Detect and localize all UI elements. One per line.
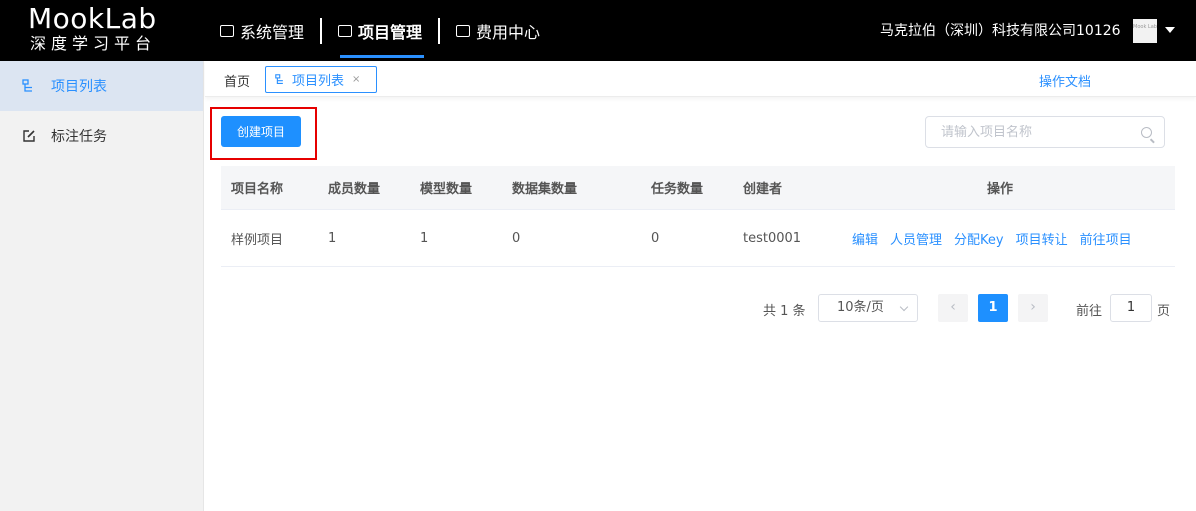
nav-item-projects[interactable]: 项目管理 xyxy=(328,0,432,61)
column-header: 成员数量 xyxy=(328,182,381,197)
tab-label: 项目列表 xyxy=(292,74,345,89)
tab-project-list[interactable]: 项目列表 × xyxy=(265,66,377,93)
page-number-current[interactable]: 1 xyxy=(978,294,1008,322)
nav-item-system[interactable]: 系统管理 xyxy=(210,0,314,61)
prev-page-button[interactable]: ‹ xyxy=(938,294,968,322)
project-table: 项目名称 成员数量 模型数量 数据集数量 任务数量 创建者 操作 样例项目 1 … xyxy=(221,166,1175,267)
main-nav: 系统管理 项目管理 费用中心 xyxy=(210,0,550,61)
nav-item-label: 项目管理 xyxy=(358,22,423,42)
tabs-bar: 首页 项目列表 × 操作文档 xyxy=(205,61,1196,97)
column-header: 创建者 xyxy=(743,182,783,197)
column-header: 模型数量 xyxy=(420,182,473,197)
member-management-link[interactable]: 人员管理 xyxy=(890,229,942,248)
cell-datasets: 0 xyxy=(512,230,521,246)
column-header: 任务数量 xyxy=(651,182,704,197)
avatar[interactable]: Mook Lab xyxy=(1133,19,1157,43)
cell-creator: test0001 xyxy=(743,230,802,246)
page-suffix: 页 xyxy=(1157,304,1171,319)
total-count: 共 1 条 xyxy=(763,304,806,319)
sidebar-item-label: 项目列表 xyxy=(51,79,107,95)
transfer-project-link[interactable]: 项目转让 xyxy=(1016,229,1068,248)
go-to-project-link[interactable]: 前往项目 xyxy=(1080,229,1132,248)
sidebar-item-annotation-tasks[interactable]: 标注任务 xyxy=(0,111,203,161)
column-header: 数据集数量 xyxy=(512,182,578,197)
column-header: 项目名称 xyxy=(231,182,284,197)
project-list-icon xyxy=(275,74,283,84)
sidebar-item-label: 标注任务 xyxy=(51,129,107,145)
brand-subtitle: 深度学习平台 xyxy=(30,34,157,53)
nav-divider xyxy=(438,17,441,44)
column-header: 操作 xyxy=(987,182,1014,197)
search-input[interactable] xyxy=(941,124,1131,140)
sidebar: 项目列表 标注任务 xyxy=(0,61,204,511)
wallet-icon xyxy=(456,24,471,37)
docs-link[interactable]: 操作文档 xyxy=(1039,71,1091,90)
tab-home[interactable]: 首页 xyxy=(224,71,250,90)
active-nav-indicator xyxy=(340,55,425,58)
company-name: 马克拉伯（深圳）科技有限公司10126 xyxy=(880,23,1121,39)
table-row: 样例项目 1 1 0 0 test0001 编辑 人员管理 分配Key 项目转让… xyxy=(221,210,1175,267)
edit-icon xyxy=(23,130,35,142)
briefcase-icon xyxy=(338,24,353,37)
next-page-button[interactable]: › xyxy=(1018,294,1048,322)
table-header: 项目名称 成员数量 模型数量 数据集数量 任务数量 创建者 操作 xyxy=(221,166,1175,210)
assign-key-link[interactable]: 分配Key xyxy=(954,229,1004,248)
nav-divider xyxy=(320,17,323,44)
brand-logo[interactable]: MookLab 深度学习平台 xyxy=(28,4,178,58)
edit-link[interactable]: 编辑 xyxy=(852,229,878,248)
sidebar-item-project-list[interactable]: 项目列表 xyxy=(0,61,203,111)
pagination: 共 1 条 10条/页 ‹ 1 › 前往 1 页 xyxy=(0,294,1196,322)
create-project-button[interactable]: 创建项目 xyxy=(221,116,301,147)
search-box xyxy=(925,116,1165,148)
row-actions: 编辑 人员管理 分配Key 项目转让 前往项目 xyxy=(852,229,1132,248)
cell-members: 1 xyxy=(328,230,337,246)
close-icon[interactable]: × xyxy=(352,74,360,85)
goto-page-input[interactable]: 1 xyxy=(1110,294,1152,322)
nav-item-billing[interactable]: 费用中心 xyxy=(446,0,550,61)
cell-project-name: 样例项目 xyxy=(231,232,284,248)
project-list-icon xyxy=(22,79,32,92)
monitor-icon xyxy=(220,24,234,37)
brand-title: MookLab xyxy=(28,2,157,35)
page-size-value: 10条/页 xyxy=(837,300,884,315)
cell-models: 1 xyxy=(420,230,429,246)
cell-tasks: 0 xyxy=(651,230,660,246)
nav-item-label: 费用中心 xyxy=(476,22,541,42)
search-icon[interactable] xyxy=(1141,127,1152,138)
goto-label: 前往 xyxy=(1076,304,1103,319)
page-size-select[interactable]: 10条/页 xyxy=(818,294,918,322)
top-navigation-bar: MookLab 深度学习平台 系统管理 项目管理 费用中心 马克拉伯（深圳）科技… xyxy=(0,0,1196,61)
chevron-down-icon[interactable] xyxy=(1165,27,1175,33)
nav-item-label: 系统管理 xyxy=(240,22,305,42)
chevron-down-icon xyxy=(899,302,909,312)
